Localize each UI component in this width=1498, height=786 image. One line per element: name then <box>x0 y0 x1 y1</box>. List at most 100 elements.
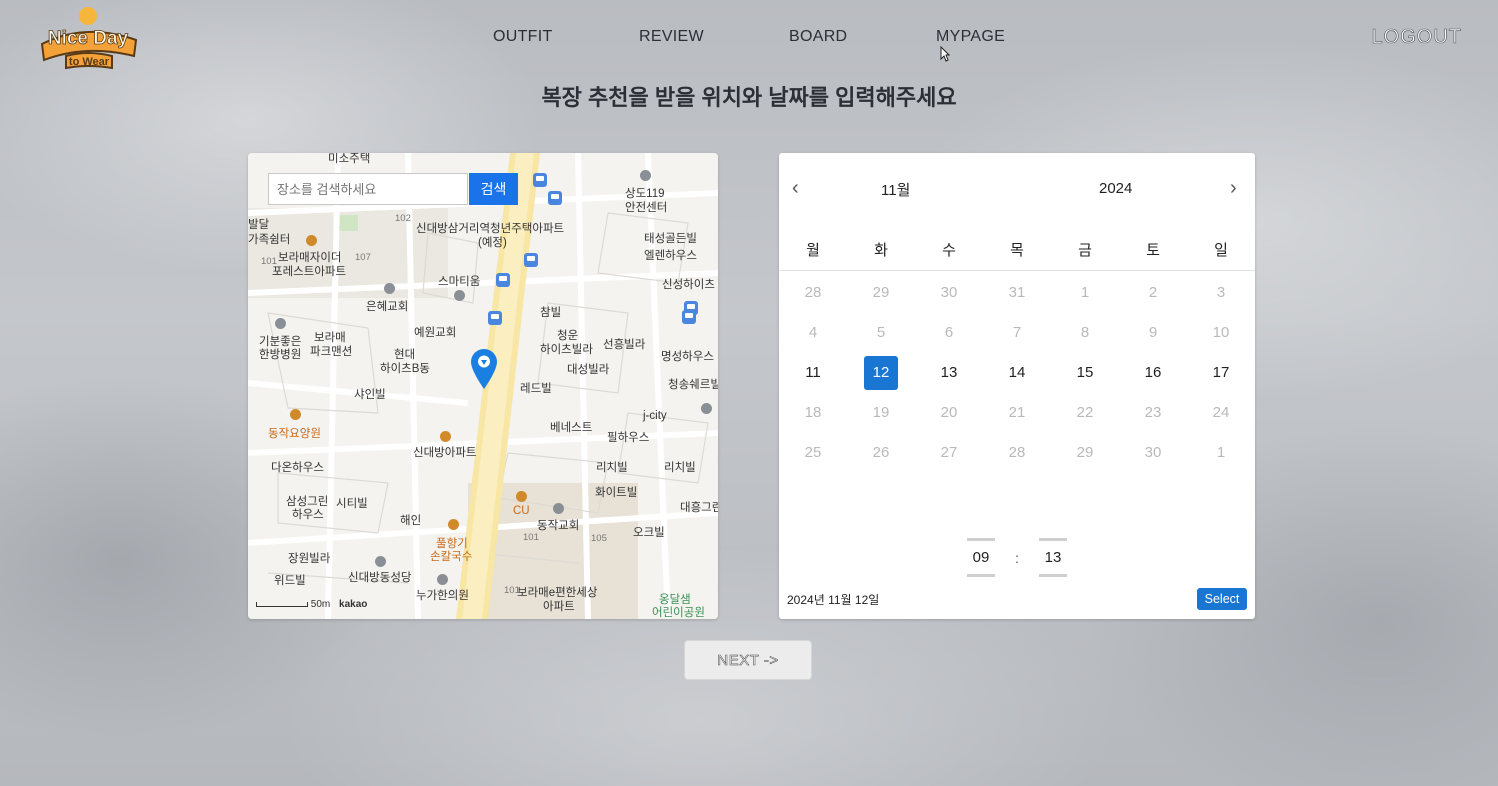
map-label: 하우스 <box>292 509 324 521</box>
map-label: 베네스트 <box>550 422 593 434</box>
hour-picker[interactable]: 09 <box>966 549 996 566</box>
next-button[interactable]: NEXT -> <box>684 640 812 680</box>
poi-icon[interactable] <box>306 235 317 246</box>
calendar-divider <box>779 270 1255 271</box>
map-label: 명성하우스 <box>661 351 714 363</box>
logo[interactable]: Nice Day to Wear <box>36 1 140 70</box>
minute-picker[interactable]: 13 <box>1038 549 1068 566</box>
poi-icon[interactable] <box>375 556 386 567</box>
calendar-day: 28 <box>804 284 822 301</box>
nav-board[interactable]: BOARD <box>789 28 847 46</box>
location-pin-icon[interactable] <box>471 349 497 389</box>
poi-icon[interactable] <box>701 403 712 414</box>
map-label: 레드빌 <box>520 383 552 395</box>
map-panel[interactable]: 검색 미소주택 발달 가족쉼터 신대방삼거리역청년주택아파트 (예정) 상도11… <box>248 153 718 619</box>
map-label: 101 <box>523 532 539 543</box>
map-label: 가족쉼터 <box>248 234 291 246</box>
map-label: 샤인빌 <box>354 389 386 401</box>
calendar-day: 7 <box>1012 324 1022 341</box>
calendar-day: 29 <box>872 284 890 301</box>
map-scale-text: 50m <box>310 599 331 610</box>
bus-stop-icon[interactable] <box>496 273 510 287</box>
calendar-day: 21 <box>1008 404 1026 421</box>
poi-icon[interactable] <box>553 503 564 514</box>
calendar-day: 24 <box>1212 404 1230 421</box>
map-provider-logo: kakao <box>339 599 368 610</box>
calendar-day: 26 <box>872 444 890 461</box>
date-picker: ‹ 11월 2024 › 월화수목금토일 28 29 30 31 1 2 3 4 5 6 7 8 9 10… <box>779 153 1255 619</box>
map-label: 한방병원 <box>259 349 302 361</box>
map-label: 다온하우스 <box>271 462 324 474</box>
poi-icon[interactable] <box>640 170 651 181</box>
calendar-day[interactable]: 13 <box>932 356 966 390</box>
map-label: 위드빌 <box>274 575 306 587</box>
calendar-day[interactable]: 17 <box>1204 356 1238 390</box>
weekday-label: 금 <box>1078 242 1092 259</box>
bus-stop-icon[interactable] <box>533 173 547 187</box>
poi-icon[interactable] <box>290 409 301 420</box>
weekday-label: 화 <box>874 242 888 259</box>
calendar-day: 29 <box>1076 444 1094 461</box>
weekday-label: 일 <box>1214 242 1228 259</box>
map-label: 시티빌 <box>336 498 368 510</box>
minute-scroll-indicator <box>1039 538 1067 541</box>
weekday-label: 목 <box>1010 242 1024 259</box>
calendar-day[interactable]: 15 <box>1068 356 1102 390</box>
nav-outfit[interactable]: OUTFIT <box>493 28 553 46</box>
calendar-day: 31 <box>1008 284 1026 301</box>
calendar-day: 3 <box>1216 284 1226 301</box>
calendar-day: 28 <box>1008 444 1026 461</box>
chevron-right-icon[interactable]: › <box>1230 177 1237 200</box>
map-scale: 50m kakao <box>256 599 367 610</box>
select-button[interactable]: Select <box>1197 588 1247 610</box>
map-label: 신대방아파트 <box>413 447 477 459</box>
calendar-day: 25 <box>804 444 822 461</box>
map-label: 동작교회 <box>537 520 580 532</box>
map-label: (예정) <box>478 237 507 249</box>
poi-icon[interactable] <box>437 574 448 585</box>
map-label: 해인 <box>400 515 422 527</box>
calendar-day: 5 <box>876 324 886 341</box>
map-label: 손칼국수 <box>430 551 473 563</box>
map-label: 신대방동성당 <box>348 572 412 584</box>
map-label: CU <box>513 505 530 517</box>
map-label: 스마티움 <box>438 276 481 288</box>
chevron-left-icon[interactable]: ‹ <box>792 177 799 200</box>
calendar-day: 8 <box>1080 324 1090 341</box>
poi-icon[interactable] <box>440 431 451 442</box>
map-label: 동작요양원 <box>268 428 321 440</box>
calendar-day[interactable]: 16 <box>1136 356 1170 390</box>
calendar-month[interactable]: 11월 <box>881 179 910 200</box>
poi-icon[interactable] <box>384 283 395 294</box>
map-label: 아파트 <box>543 601 575 613</box>
logout-button[interactable]: LOGOUT <box>1371 26 1462 49</box>
weekday-label: 수 <box>942 242 956 259</box>
map-search-input[interactable] <box>268 173 468 205</box>
nav-review[interactable]: REVIEW <box>639 28 704 46</box>
calendar-day: 19 <box>872 404 890 421</box>
calendar-day: 9 <box>1148 324 1158 341</box>
map-label: 청송쉐르빌 <box>668 379 718 391</box>
poi-icon[interactable] <box>448 519 459 530</box>
calendar-day[interactable]: 14 <box>1000 356 1034 390</box>
bus-stop-icon[interactable] <box>548 191 562 205</box>
map-label: 하이츠B동 <box>380 363 430 375</box>
map-label: 신성하이츠 <box>662 279 715 291</box>
bus-stop-icon[interactable] <box>524 253 538 267</box>
calendar-day[interactable]: 12 <box>864 356 898 390</box>
mouse-cursor-icon <box>940 46 950 62</box>
map-search-button[interactable]: 검색 <box>469 173 518 205</box>
calendar-year[interactable]: 2024 <box>1099 180 1132 197</box>
poi-icon[interactable] <box>454 290 465 301</box>
map-label: 101 <box>504 585 520 596</box>
map-label: 대성빌라 <box>567 364 610 376</box>
nav-mypage[interactable]: MYPAGE <box>936 28 1005 46</box>
map-label: 101 <box>261 256 277 267</box>
poi-icon[interactable] <box>516 491 527 502</box>
poi-icon[interactable] <box>275 318 286 329</box>
calendar-day[interactable]: 11 <box>796 356 830 390</box>
map-label: 엘렌하우스 <box>644 250 697 262</box>
bus-stop-icon[interactable] <box>488 311 502 325</box>
bus-stop-icon[interactable] <box>682 310 696 324</box>
map-label: 대흥그린 <box>680 502 718 514</box>
